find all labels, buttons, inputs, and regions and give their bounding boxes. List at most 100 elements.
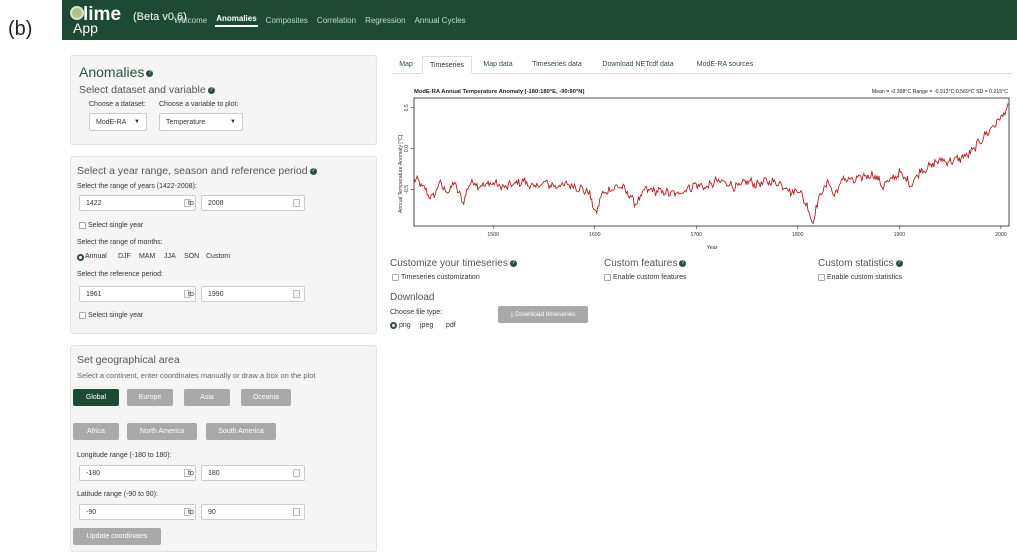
ref-from-input[interactable]: 1961 <box>79 286 196 302</box>
region-oceania-button[interactable]: Oceania <box>241 389 291 406</box>
lon-label: Longitude range (-180 to 180): <box>77 452 172 459</box>
download-timeseries-button[interactable]: ⤓ Download timeseries <box>498 306 588 323</box>
region-europe-button[interactable]: Europe <box>127 389 173 406</box>
to-label: to <box>188 291 194 298</box>
custom-features-title-text: Custom features <box>604 258 678 269</box>
ts-customization-label: Timeseries customization <box>401 274 480 281</box>
info-icon[interactable]: ? <box>509 259 517 267</box>
custom-statistics-checkbox[interactable] <box>818 274 825 281</box>
period-panel: Select a year range, season and referenc… <box>70 156 377 334</box>
year-to-input[interactable]: 2008 <box>201 195 305 211</box>
plot-frame <box>413 97 1010 227</box>
nav-regression[interactable]: Regression <box>364 16 406 25</box>
radio-png-label: png <box>399 322 411 329</box>
figure-label: (b) <box>8 18 33 40</box>
info-icon[interactable]: ? <box>895 259 903 267</box>
to-label: to <box>188 470 194 477</box>
spinner-icon[interactable] <box>293 199 300 207</box>
y-tick-label: 0.5 <box>404 104 410 111</box>
variable-select[interactable]: Temperature ▼ <box>159 113 243 131</box>
year-from-input[interactable]: 1422 <box>79 195 196 211</box>
radio-annual[interactable] <box>77 254 84 261</box>
nav-welcome[interactable]: Welcome <box>173 16 208 25</box>
year-to-value: 2008 <box>208 200 224 207</box>
result-tabs: Map Timeseries Map data Timeseries data … <box>392 56 1012 74</box>
chart-title: ModE-RA Annual Temperature Anomaly [-180… <box>414 89 584 95</box>
x-tick-label: 2000 <box>995 232 1007 238</box>
ref-single-checkbox[interactable] <box>79 312 86 319</box>
ref-to-value: 1990 <box>208 291 224 298</box>
dataset-select[interactable]: ModE-RA ▼ <box>89 113 147 131</box>
period-title-text: Select a year range, season and referenc… <box>77 165 308 177</box>
x-tick-label: 1600 <box>589 232 601 238</box>
lon-to-input[interactable]: 180 <box>201 465 305 481</box>
lon-from-value: -180 <box>86 470 101 477</box>
x-tick-label: 1500 <box>487 232 499 238</box>
lat-label: Latitude range (-90 to 90): <box>77 491 158 498</box>
geo-panel: Set geographical area Select a continent… <box>70 345 377 552</box>
download-timeseries-label: Download timeseries <box>515 311 576 318</box>
lat-to-value: 90 <box>208 509 216 516</box>
region-africa-button[interactable]: Africa <box>73 423 119 440</box>
info-icon[interactable]: ? <box>309 167 317 175</box>
radio-jja-label[interactable]: JJA <box>164 253 176 260</box>
tab-map-data[interactable]: Map data <box>476 56 520 74</box>
nav-anomalies[interactable]: Anomalies <box>215 14 258 27</box>
radio-djf-label[interactable]: DJF <box>118 253 131 260</box>
tab-map[interactable]: Map <box>392 56 420 74</box>
custom-features-checkbox[interactable] <box>604 274 611 281</box>
ref-to-input[interactable]: 1990 <box>201 286 305 302</box>
nav-annual-cycles[interactable]: Annual Cycles <box>414 16 467 25</box>
radio-png[interactable] <box>390 322 397 329</box>
timeseries-chart[interactable]: ModE-RA Annual Temperature Anomaly [-180… <box>392 84 1012 252</box>
custom-features-title: Custom features? <box>604 258 687 269</box>
update-coordinates-button[interactable]: Update coordinates <box>73 528 161 545</box>
region-north-america-button[interactable]: North America <box>127 423 197 440</box>
single-year-checkbox[interactable] <box>79 222 86 229</box>
to-label: to <box>188 200 194 207</box>
info-icon[interactable]: ? <box>146 69 154 77</box>
region-south-america-button[interactable]: South America <box>206 423 276 440</box>
radio-jpeg-label[interactable]: jpeg <box>420 322 433 329</box>
nav-links: Welcome Anomalies Composites Correlation… <box>173 0 467 40</box>
anomalies-title: Anomalies? <box>79 64 154 80</box>
dataset-label: Choose a dataset: <box>89 101 146 108</box>
lime-logo-icon <box>70 6 84 20</box>
customize-ts-title-text: Customize your timeseries <box>390 258 508 269</box>
custom-statistics-label: Enable custom statistics <box>827 274 903 281</box>
region-asia-button[interactable]: Asia <box>184 389 230 406</box>
dataset-subtitle: Select dataset and variable? <box>79 84 215 96</box>
lat-from-input[interactable]: -90 <box>79 504 196 520</box>
tab-timeseries-data[interactable]: Timeseries data <box>524 56 590 74</box>
ts-customization-checkbox[interactable] <box>392 274 399 281</box>
radio-son-label[interactable]: SON <box>184 253 199 260</box>
period-title: Select a year range, season and referenc… <box>77 165 317 177</box>
tab-timeseries[interactable]: Timeseries <box>422 56 472 74</box>
ref-single-label: Select single year <box>88 312 144 319</box>
lat-to-input[interactable]: 90 <box>201 504 305 520</box>
to-label: to <box>188 509 194 516</box>
lat-from-value: -90 <box>86 509 97 516</box>
nav-correlation[interactable]: Correlation <box>316 16 357 25</box>
custom-statistics-title-text: Custom statistics <box>818 258 894 269</box>
spinner-icon[interactable] <box>293 290 300 298</box>
radio-pdf-label[interactable]: pdf <box>446 322 456 329</box>
lon-from-input[interactable]: -180 <box>79 465 196 481</box>
radio-mam-label[interactable]: MAM <box>139 253 155 260</box>
year-from-value: 1422 <box>86 200 102 207</box>
y-tick-label: -0.5 <box>404 185 410 194</box>
chart-stats: Mean = -0.398°C Range = -0.913°C:0.569°C… <box>872 89 1008 95</box>
radio-custom-label[interactable]: Custom <box>206 253 230 260</box>
spinner-icon[interactable] <box>293 469 300 477</box>
tab-download-netcdf[interactable]: Download NETcdf data <box>593 56 683 74</box>
tab-modera-sources[interactable]: ModE-RA sources <box>686 56 764 74</box>
dataset-select-value: ModE-RA <box>96 119 127 126</box>
top-navbar: lime App (Beta v0.6) Welcome Anomalies C… <box>62 0 1017 40</box>
spinner-icon[interactable] <box>293 508 300 516</box>
nav-composites[interactable]: Composites <box>265 16 309 25</box>
region-global-button[interactable]: Global <box>73 389 119 406</box>
info-icon[interactable]: ? <box>207 86 215 94</box>
info-icon[interactable]: ? <box>679 259 687 267</box>
geo-title: Set geographical area <box>77 354 180 366</box>
file-type-label: Choose file type: <box>390 309 443 316</box>
